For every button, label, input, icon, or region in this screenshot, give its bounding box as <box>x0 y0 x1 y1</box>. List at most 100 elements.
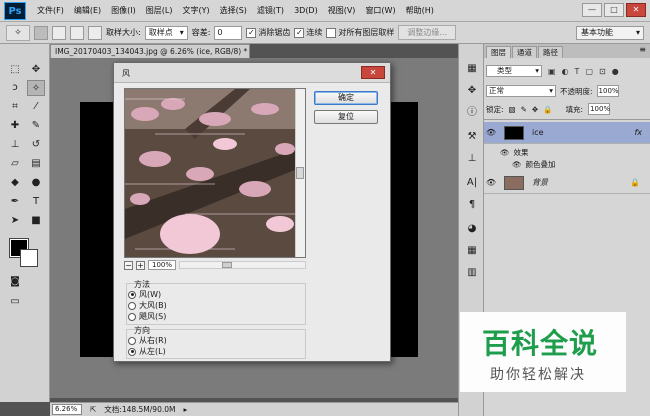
info-panel-icon[interactable]: ⓘ <box>464 106 480 120</box>
fill-field[interactable]: 100% <box>588 103 610 115</box>
visibility-eye-icon[interactable]: 👁 <box>484 178 498 187</box>
menu-layer[interactable]: 图层(L) <box>141 5 178 16</box>
paragraph-panel-icon[interactable]: ¶ <box>464 198 480 212</box>
ok-button[interactable]: 确定 <box>314 91 378 105</box>
menu-file[interactable]: 文件(F) <box>32 5 69 16</box>
method-wind-radio[interactable] <box>128 290 136 299</box>
magic-wand-tool-icon[interactable]: ✧ <box>27 80 45 96</box>
shape-filter-icon[interactable]: ▢ <box>585 67 593 76</box>
preview-zoom-field[interactable]: 100% <box>148 260 176 270</box>
direction-left-option[interactable]: 从左(L) <box>128 346 166 357</box>
direction-right-radio[interactable] <box>128 336 136 345</box>
reset-button[interactable]: 复位 <box>314 110 378 124</box>
restore-button[interactable]: □ <box>604 3 624 17</box>
dodge-tool-icon[interactable]: ● <box>27 175 45 191</box>
history-panel-icon[interactable]: ▦ <box>464 62 480 76</box>
panel-menu-icon[interactable]: ≡ <box>639 45 646 54</box>
layer-row-ice[interactable]: 👁 ice fx <box>484 122 650 144</box>
subtract-selection-icon[interactable] <box>70 25 84 40</box>
menu-edit[interactable]: 编辑(E) <box>69 5 106 16</box>
method-stagger-radio[interactable] <box>128 312 136 321</box>
color-overlay-eye-icon[interactable]: 👁 <box>512 160 522 169</box>
menu-type[interactable]: 文字(Y) <box>177 5 214 16</box>
move-tool-icon[interactable]: ✥ <box>27 62 45 78</box>
color-overlay-row[interactable]: 👁 颜色叠加 <box>512 158 650 170</box>
marquee-tool-icon[interactable]: ⬚ <box>6 62 24 78</box>
antialias-checkbox[interactable]: ✓ <box>246 27 257 38</box>
preview-hscroll-thumb[interactable] <box>222 262 232 268</box>
zoom-level-field[interactable]: 6.26% <box>52 404 82 415</box>
opacity-field[interactable]: 100% <box>596 85 619 97</box>
menu-image[interactable]: 图像(I) <box>106 5 141 16</box>
sample-size-select[interactable]: 取样点 <box>144 25 188 40</box>
blend-mode-select[interactable]: 正常 <box>486 85 556 97</box>
contiguous-option[interactable]: ✓ 连续 <box>294 27 322 38</box>
lock-all-icon[interactable]: 🔒 <box>543 105 552 114</box>
method-blast-option[interactable]: 大风(B) <box>128 300 167 311</box>
preview-horizontal-scrollbar[interactable] <box>179 261 306 269</box>
filter-toggle-icon[interactable]: ● <box>612 67 619 76</box>
intersect-selection-icon[interactable] <box>88 25 102 40</box>
lock-position-icon[interactable]: ✥ <box>532 105 538 114</box>
pen-tool-icon[interactable]: ✒ <box>6 194 24 210</box>
tab-layers[interactable]: 图层 <box>486 46 511 58</box>
visibility-eye-icon[interactable]: 👁 <box>484 128 498 137</box>
background-color-swatch[interactable] <box>20 249 38 267</box>
path-select-icon[interactable]: ➤ <box>6 213 24 229</box>
direction-left-radio[interactable] <box>128 347 136 356</box>
method-stagger-option[interactable]: 飓风(S) <box>128 311 166 322</box>
preview-vertical-scrollbar[interactable] <box>295 89 305 257</box>
menu-help[interactable]: 帮助(H) <box>401 5 439 16</box>
history-brush-icon[interactable]: ↺ <box>27 137 45 153</box>
properties-panel-icon[interactable]: ✥ <box>464 84 480 98</box>
direction-right-option[interactable]: 从右(R) <box>128 335 167 346</box>
menu-select[interactable]: 选择(S) <box>215 5 252 16</box>
type-filter-icon[interactable]: T <box>575 67 580 76</box>
minimize-button[interactable]: — <box>582 3 602 17</box>
new-selection-icon[interactable] <box>34 25 48 40</box>
type-tool-icon[interactable]: T <box>27 194 45 210</box>
clone-source-icon[interactable]: ⊥ <box>464 152 480 166</box>
document-tab[interactable]: IMG_20170403_134043.jpg @ 6.26% (ice, RG… <box>50 44 250 58</box>
quick-mask-icon[interactable]: ◙ <box>6 274 24 290</box>
menu-view[interactable]: 视图(V) <box>323 5 361 16</box>
healing-tool-icon[interactable]: ✚ <box>6 118 24 134</box>
fx-icon[interactable]: fx <box>634 128 642 137</box>
character-panel-icon[interactable]: A| <box>464 176 480 190</box>
sample-all-option[interactable]: 对所有图层取样 <box>326 27 394 38</box>
shape-tool-icon[interactable]: ■ <box>27 213 45 229</box>
sample-all-checkbox[interactable] <box>326 27 337 38</box>
adjustments-panel-icon[interactable]: ▥ <box>464 266 480 280</box>
dialog-close-icon[interactable]: ✕ <box>361 66 385 79</box>
preview-scroll-thumb[interactable] <box>296 167 304 179</box>
menu-window[interactable]: 窗口(W) <box>360 5 400 16</box>
layer-row-background[interactable]: 👁 背景 🔒 <box>484 172 650 194</box>
eraser-tool-icon[interactable]: ▱ <box>6 156 24 172</box>
effects-eye-icon[interactable]: 👁 <box>500 148 510 157</box>
tab-paths[interactable]: 路径 <box>538 46 563 58</box>
lock-image-icon[interactable]: ✎ <box>521 105 527 114</box>
workspace-select[interactable]: 基本功能 <box>576 26 644 40</box>
menu-filter[interactable]: 滤镜(T) <box>252 5 289 16</box>
status-arrow-icon[interactable]: ▸ <box>183 405 187 414</box>
layer-filter-select[interactable]: 类型 <box>486 65 542 77</box>
adjustment-filter-icon[interactable]: ◐ <box>562 67 569 76</box>
swatches-panel-icon[interactable]: ▦ <box>464 244 480 258</box>
brush-panel-icon[interactable]: ⚒ <box>464 130 480 144</box>
screen-mode-icon[interactable]: ▭ <box>6 294 24 310</box>
tab-channels[interactable]: 通道 <box>512 46 537 58</box>
crop-tool-icon[interactable]: ⌗ <box>6 99 24 115</box>
gradient-tool-icon[interactable]: ▤ <box>27 156 45 172</box>
refine-edge-button[interactable]: 调整边缘... <box>398 25 457 40</box>
blur-tool-icon[interactable]: ◆ <box>6 175 24 191</box>
contiguous-checkbox[interactable]: ✓ <box>294 27 305 38</box>
lock-transparency-icon[interactable]: ▧ <box>509 105 516 114</box>
filter-preview[interactable] <box>124 88 306 258</box>
export-icon[interactable]: ⇱ <box>90 405 96 414</box>
pixel-filter-icon[interactable]: ▣ <box>548 67 556 76</box>
tolerance-input[interactable]: 0 <box>214 25 243 40</box>
add-selection-icon[interactable] <box>52 25 66 40</box>
lasso-tool-icon[interactable]: ↄ <box>6 80 24 96</box>
method-blast-radio[interactable] <box>128 301 136 310</box>
brush-tool-icon[interactable]: ✎ <box>27 118 45 134</box>
